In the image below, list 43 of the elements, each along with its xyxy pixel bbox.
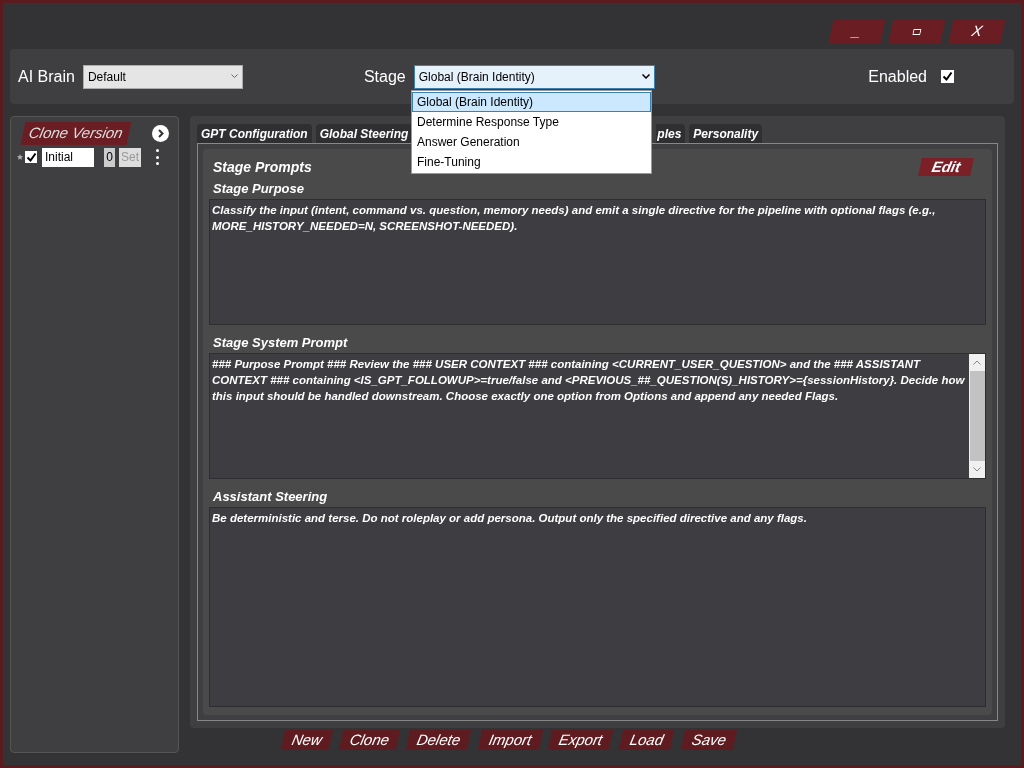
text-area[interactable]: ### Purpose Prompt ### Review the ### USER CONTEXT ### containing <CURRENT_USER_QUESTION> and the ### ASSISTANT CONTEXT ### containing <IS_GPT_FOLLOWUP>=true/false and <PREVIOUS_##_QUESTION(S)_HISTORY>={sessionHistory}. Decide how this input should be handled downstream. Choose exactly one option from Options and append any needed Flags. bbox=[209, 353, 986, 479]
caret-icon bbox=[230, 74, 238, 79]
toolbar-button[interactable]: New bbox=[280, 730, 334, 750]
brain-select[interactable]: Default bbox=[82, 64, 243, 89]
more-icon[interactable] bbox=[155, 149, 159, 165]
enabled-checkbox[interactable] bbox=[941, 70, 954, 83]
text-area[interactable]: Be deterministic and terse. Do not roleplay or add persona. Output only the specified directive and any flags. bbox=[209, 507, 986, 707]
star-icon bbox=[17, 154, 23, 160]
stage-label: Stage bbox=[363, 66, 406, 87]
scroll-down-icon[interactable] bbox=[973, 467, 981, 472]
dropdown-option[interactable]: Answer Generation bbox=[412, 132, 651, 152]
toolbar-button[interactable]: Save bbox=[680, 730, 738, 750]
tab[interactable]: GPT Configuration bbox=[197, 124, 312, 143]
section-label: Assistant Steering bbox=[213, 488, 329, 506]
scroll-up-icon[interactable] bbox=[973, 360, 981, 365]
maximize-icon bbox=[912, 28, 922, 35]
dropdown-option[interactable]: Fine-Tuning bbox=[412, 152, 651, 172]
text-area[interactable]: Classify the input (intent, command vs. question, memory needs) and emit a single directive for the pipeline with optional flags (e.g., MORE_HISTORY_NEEDED=N, SCREENSHOT-NEEDED). bbox=[209, 199, 986, 325]
toolbar-button[interactable]: Delete bbox=[406, 730, 472, 750]
dropdown-option[interactable]: Global (Brain Identity) bbox=[412, 92, 651, 112]
clone-version-title: Clone Version bbox=[20, 122, 132, 145]
section-label: Stage System Prompt bbox=[213, 334, 349, 352]
section-label: Stage Purpose bbox=[213, 180, 306, 198]
close-button[interactable]: X bbox=[948, 20, 1006, 43]
version-checkbox[interactable] bbox=[25, 151, 37, 163]
version-name-field[interactable]: Initial bbox=[42, 147, 94, 167]
toolbar-button[interactable]: Import bbox=[477, 730, 543, 750]
scrollbar[interactable] bbox=[969, 354, 985, 478]
minimize-button[interactable]: _ bbox=[828, 20, 886, 43]
tab[interactable]: ples bbox=[656, 124, 686, 143]
edit-button[interactable]: Edit bbox=[917, 158, 974, 176]
version-number: 0 bbox=[104, 147, 115, 167]
toolbar-button[interactable]: Clone bbox=[338, 730, 401, 750]
ai-brain-label: AI Brain bbox=[18, 66, 75, 87]
toolbar-button[interactable]: Load bbox=[619, 730, 675, 750]
enabled-label: Enabled bbox=[868, 66, 927, 87]
caret-icon bbox=[641, 74, 650, 79]
toolbar-button[interactable]: Export bbox=[547, 730, 614, 750]
stage-select[interactable]: Global (Brain Identity) bbox=[413, 64, 655, 89]
tab[interactable]: Personality bbox=[689, 124, 763, 143]
dropdown-option[interactable]: Determine Response Type bbox=[412, 112, 651, 132]
tab[interactable]: Global Steering bbox=[315, 124, 413, 143]
stage-prompts-title: Stage Prompts bbox=[213, 157, 312, 177]
